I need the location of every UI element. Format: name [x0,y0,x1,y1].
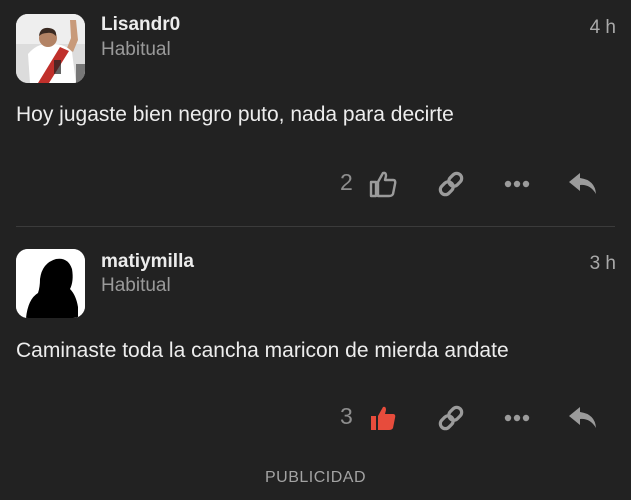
share-link-button[interactable] [434,167,468,201]
thumbs-up-icon [371,406,396,430]
like-count[interactable]: 2 [340,169,353,196]
ellipsis-icon [504,414,530,422]
user-title: Habitual [101,39,171,60]
more-options-button[interactable] [500,401,534,435]
reply-icon [569,173,596,194]
ad-label: PUBLICIDAD [264,469,367,486]
username[interactable]: matiymilla [101,251,194,273]
like-button[interactable] [366,167,400,201]
share-link-button[interactable] [434,401,468,435]
post-timestamp[interactable]: 3 h [590,253,616,275]
avatar-matiymilla[interactable] [16,249,85,318]
post-actions: 3 [0,399,631,439]
silhouette-avatar [16,249,85,318]
post-actions: 2 [0,165,631,205]
user-title: Habitual [101,275,171,296]
username[interactable]: Lisandr0 [101,14,180,36]
avatar-lisandr0[interactable] [16,14,85,83]
reply-icon [569,407,596,428]
post-1: Lisandr0 Habitual 4 h Hoy jugaste bien n… [0,0,631,226]
post-timestamp[interactable]: 4 h [590,17,616,39]
thumbs-up-icon [369,171,397,198]
player-photo-avatar [16,14,85,83]
reply-button[interactable] [566,401,600,435]
like-button-active[interactable] [366,401,400,435]
post-2: matiymilla Habitual 3 h Caminaste toda l… [0,227,631,455]
post-body: Caminaste toda la cancha maricon de mier… [16,339,509,362]
ellipsis-icon [504,180,530,188]
like-count[interactable]: 3 [340,403,353,430]
more-options-button[interactable] [500,167,534,201]
post-body: Hoy jugaste bien negro puto, nada para d… [16,103,454,126]
reply-button[interactable] [566,167,600,201]
link-icon [438,171,464,197]
link-icon [438,405,464,431]
